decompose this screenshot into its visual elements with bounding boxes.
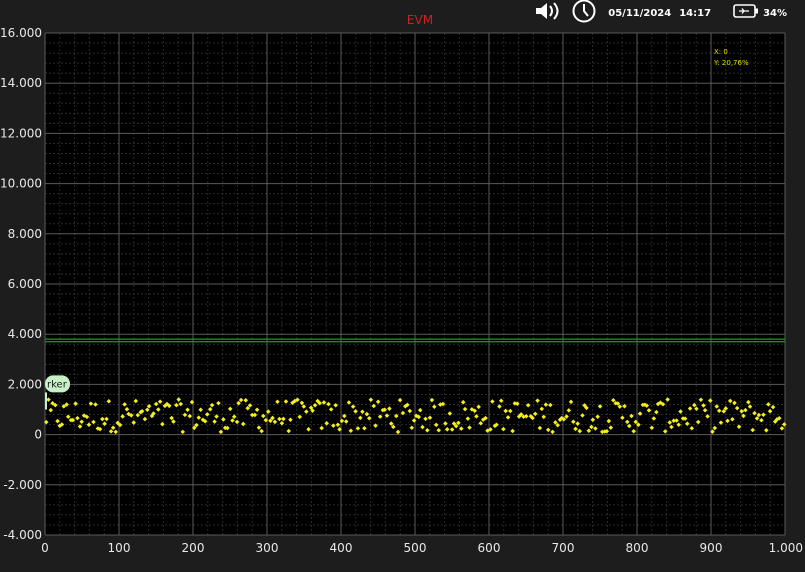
- y-tick-label: 4.000: [8, 327, 42, 341]
- x-tick-label: 500: [404, 541, 427, 555]
- y-tick-label: 10.000: [0, 177, 42, 191]
- status-time: 14:17: [679, 7, 712, 19]
- battery-icon[interactable]: [733, 3, 759, 23]
- y-tick-label: 14.000: [0, 76, 42, 90]
- y-tick-label: 0: [34, 428, 42, 442]
- x-tick-label: 800: [626, 541, 649, 555]
- x-tick-label: 100: [108, 541, 131, 555]
- evm-chart: 16.000 14.000 12.000 10.000 8.000 6.000 4.000 2…: [0, 13, 803, 555]
- y-tick-label: -2.000: [3, 478, 42, 492]
- volume-icon[interactable]: [534, 0, 560, 27]
- battery-percent: 34%: [763, 7, 787, 19]
- status-bar: 05/11/2024 14:17 34%: [534, 0, 787, 26]
- y-tick-label: 12.000: [0, 126, 42, 140]
- x-tick-label: 400: [330, 541, 353, 555]
- status-date: 05/11/2024: [608, 7, 672, 19]
- clock-icon[interactable]: [572, 0, 596, 28]
- x-tick-label: 200: [182, 541, 205, 555]
- y-tick-label: 2.000: [8, 377, 42, 391]
- y-tick-label: 16.000: [0, 26, 42, 40]
- x-tick-label: 900: [700, 541, 723, 555]
- y-tick-label: 8.000: [8, 227, 42, 241]
- marker-label: rker: [47, 379, 68, 390]
- x-tick-label: 600: [478, 541, 501, 555]
- readout-y: Y: 20,76%: [713, 59, 749, 67]
- y-tick-label: 6.000: [8, 277, 42, 291]
- screen: 16.000 14.000 12.000 10.000 8.000 6.000 4.000 2…: [0, 0, 805, 572]
- readout-x: X: 0: [714, 48, 728, 56]
- x-tick-label: 0: [41, 541, 49, 555]
- x-tick-label: 300: [256, 541, 279, 555]
- chart-title: EVM: [407, 13, 433, 27]
- x-tick-label: 1.000: [769, 541, 803, 555]
- x-tick-label: 700: [552, 541, 575, 555]
- y-tick-label: -4.000: [3, 528, 42, 542]
